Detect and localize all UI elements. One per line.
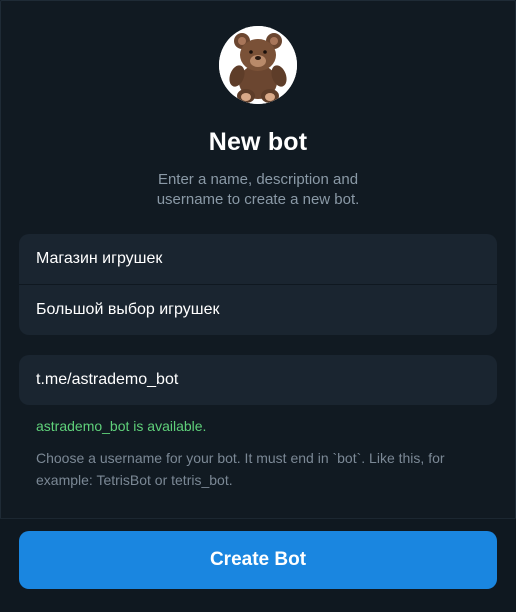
create-bot-button[interactable]: Create Bot	[19, 531, 497, 589]
username-hint: Choose a username for your bot. It must …	[36, 450, 445, 488]
bot-avatar[interactable]	[219, 26, 297, 104]
bot-name-field[interactable]: Магазин игрушек	[19, 234, 497, 284]
bot-info-group: Магазин игрушек Большой выбор игрушек	[19, 234, 497, 335]
subtitle-line: Enter a name, description and	[157, 171, 359, 188]
bot-username-field[interactable]: t.me/astrademo_bot	[19, 355, 497, 405]
page-subtitle: Enter a name, description and username t…	[0, 170, 516, 210]
subtitle-line: username to create a new bot.	[156, 191, 360, 208]
username-available-status: astrademo_bot is available.	[36, 418, 207, 434]
bot-description-field[interactable]: Большой выбор игрушек	[19, 284, 497, 334]
teddy-bear-icon	[219, 26, 297, 104]
page-title: New bot	[208, 128, 308, 156]
